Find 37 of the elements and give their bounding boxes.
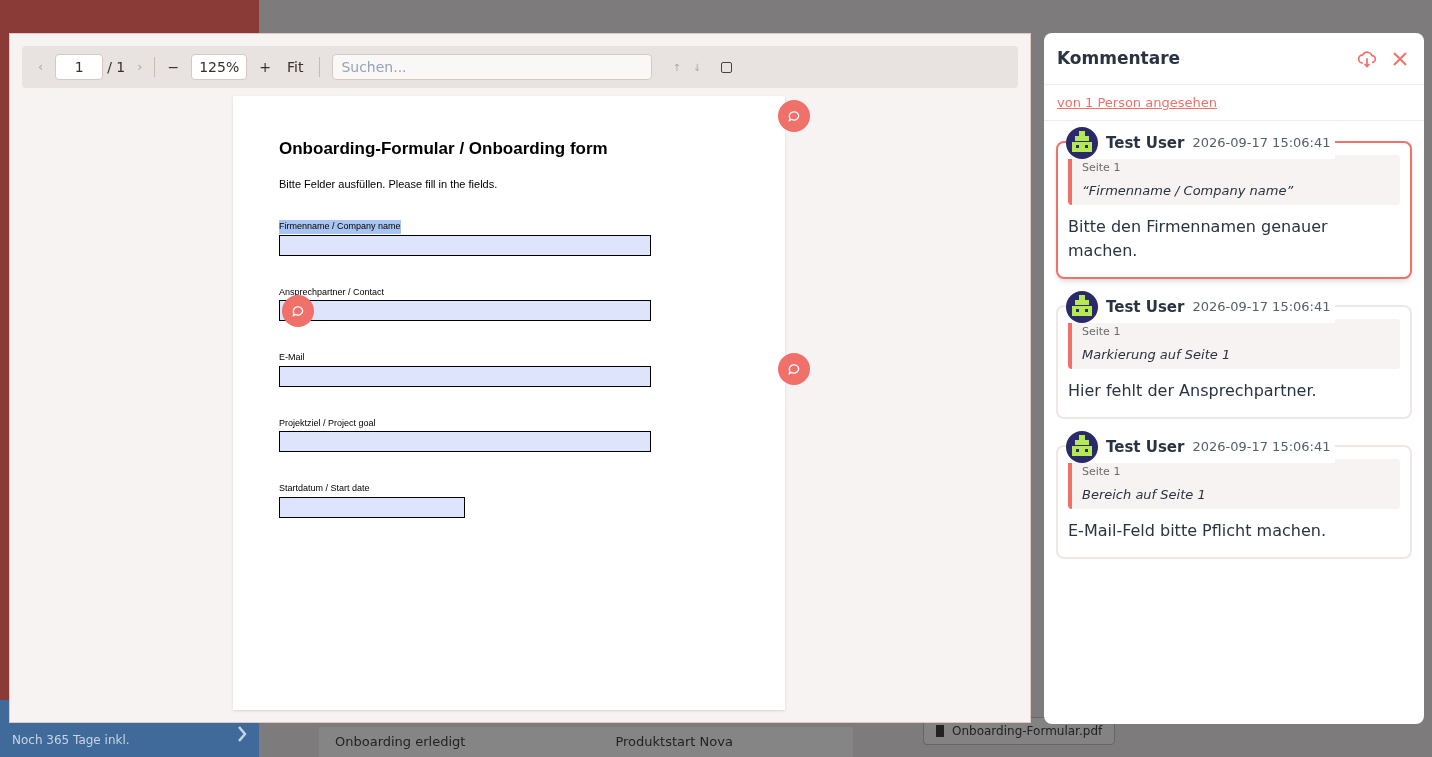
quote-text: “Firmenname / Company name” xyxy=(1082,181,1295,200)
download-icon[interactable] xyxy=(1357,48,1377,69)
close-icon[interactable] xyxy=(1393,51,1407,66)
chevron-icon xyxy=(237,725,247,742)
field-label: Ansprechpartner / Contact xyxy=(279,285,385,299)
quote-text: Markierung auf Seite 1 xyxy=(1082,345,1232,364)
avatar-icon xyxy=(1066,431,1098,463)
checkbox-icon[interactable] xyxy=(721,61,733,73)
comment-marker-icon[interactable] xyxy=(282,295,314,327)
field-label: Projektziel / Project goal xyxy=(279,416,376,430)
field-label: E-Mail xyxy=(279,351,305,364)
search-field[interactable]: Suchen... xyxy=(332,54,653,80)
zoom-input[interactable]: 125% xyxy=(191,54,248,80)
quote-page: Seite 1 xyxy=(1082,464,1122,480)
quote-page: Seite 1 xyxy=(1082,324,1122,340)
document-intro: Bitte Felder ausfüllen. Please fill in the fields. xyxy=(279,176,499,192)
page-total: / 1 xyxy=(107,57,126,77)
quote-text: Bereich auf Seite 1 xyxy=(1082,485,1207,504)
zoom-out-button[interactable]: − xyxy=(167,56,180,78)
page-input[interactable]: 1 xyxy=(55,54,104,80)
panel-title: Kommentare xyxy=(1057,46,1182,70)
field-label: Startdatum / Start date xyxy=(279,482,370,495)
field-label: Firmenname / Company name xyxy=(279,220,401,234)
zoom-in-button[interactable]: + xyxy=(259,56,271,78)
comment-marker-icon[interactable] xyxy=(778,100,810,132)
comment-text: Hier fehlt der Ansprechpartner. xyxy=(1068,380,1318,402)
table-cell-text: Produktstart Nova xyxy=(615,733,733,752)
upgrade-note: Noch 365 Tage inkl. xyxy=(12,731,130,749)
table-cell-text: Onboarding erledigt xyxy=(335,733,466,752)
avatar-icon xyxy=(1066,291,1098,323)
avatar-icon xyxy=(1066,127,1098,159)
document-title: Onboarding-Formular / Onboarding form xyxy=(279,138,609,160)
comment-text: E-Mail-Feld bitte Pflicht machen. xyxy=(1068,520,1327,542)
comment-marker-icon[interactable] xyxy=(778,353,810,385)
comment-text: Bitte den Firmennamen genauer machen. xyxy=(1068,216,1329,262)
fit-button[interactable]: Fit xyxy=(282,56,308,78)
quote-page: Seite 1 xyxy=(1082,160,1122,176)
